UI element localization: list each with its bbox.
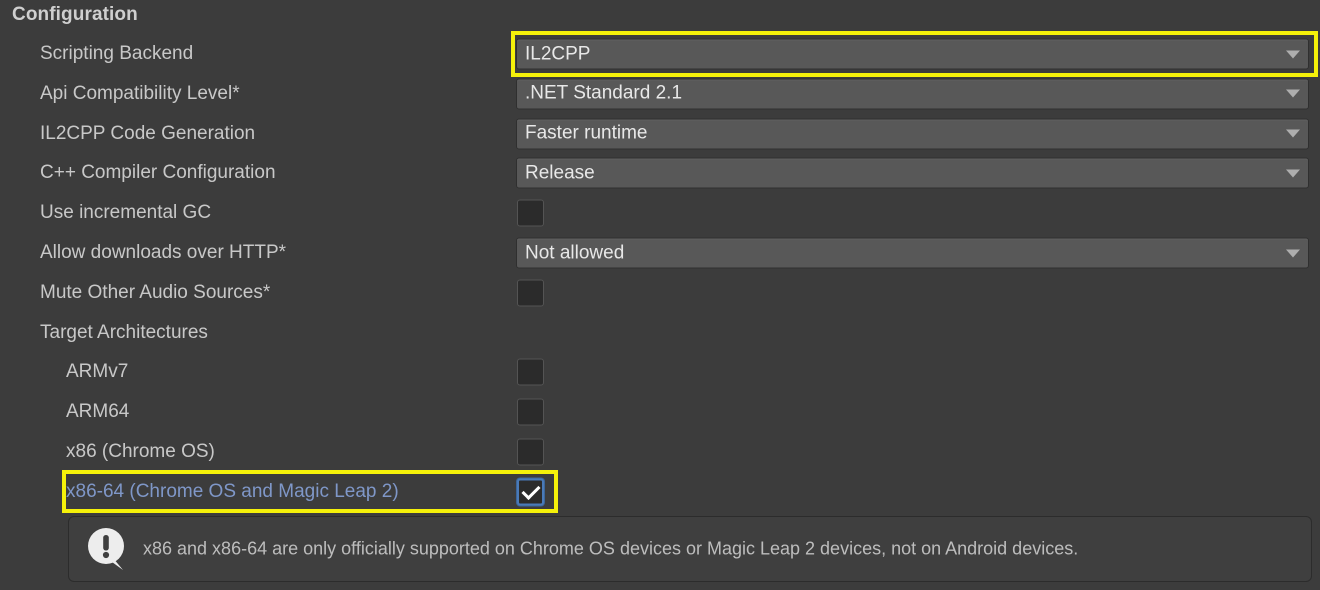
dropdown-il2cpp-code-generation[interactable]: Faster runtime [516, 118, 1309, 150]
dropdown-value-api-compatibility-level: .NET Standard 2.1 [525, 82, 683, 104]
chevron-down-icon [1286, 249, 1300, 257]
chevron-down-icon [1286, 50, 1300, 58]
dropdown-cpp-compiler-configuration[interactable]: Release [516, 157, 1309, 189]
label-x86-chrome-os: x86 (Chrome OS) [66, 441, 215, 462]
config-row-arm64: ARM64 [0, 392, 1320, 432]
label-mute-other-audio-sources: Mute Other Audio Sources* [40, 281, 271, 303]
config-row-il2cpp-code-generation: IL2CPP Code Generation Faster runtime [0, 114, 1320, 154]
checkbox-mute-other-audio-sources[interactable] [517, 279, 544, 307]
config-row-scripting-backend: Scripting Backend IL2CPP [0, 34, 1320, 74]
label-il2cpp-code-generation: IL2CPP Code Generation [40, 122, 256, 144]
label-use-incremental-gc: Use incremental GC [40, 202, 212, 224]
config-row-use-incremental-gc: Use incremental GC [0, 193, 1320, 233]
dropdown-value-il2cpp-code-generation: Faster runtime [525, 122, 648, 144]
label-api-compatibility-level: Api Compatibility Level* [40, 82, 240, 104]
label-arm64: ARM64 [66, 401, 130, 423]
check-icon [520, 481, 541, 501]
config-row-armv7: ARMv7 [0, 352, 1320, 392]
config-row-api-compatibility-level: Api Compatibility Level* .NET Standard 2.… [0, 74, 1320, 114]
label-x86-64-chrome-os-and-magic-leap-2: x86-64 (Chrome OS and Magic Leap 2) [66, 480, 399, 502]
label-allow-downloads-over-http: Allow downloads over HTTP* [40, 242, 287, 263]
checkbox-armv7[interactable] [517, 358, 544, 386]
label-cpp-compiler-configuration: C++ Compiler Configuration [40, 162, 276, 184]
config-row-x86-64-chrome-os-and-magic-leap-2: x86-64 (Chrome OS and Magic Leap 2) [0, 472, 1320, 512]
dropdown-value-cpp-compiler-configuration: Release [525, 162, 595, 184]
info-message: x86 and x86-64 are only officially suppo… [143, 538, 1079, 559]
checkbox-x86-chrome-os[interactable] [517, 438, 544, 466]
label-target-architectures: Target Architectures [40, 321, 208, 343]
checkbox-arm64[interactable] [517, 398, 544, 426]
checkbox-x86-64-chrome-os-and-magic-leap-2[interactable] [517, 478, 544, 506]
config-row-target-architectures: Target Architectures [0, 313, 1320, 353]
info-bubble-icon [88, 528, 124, 570]
config-row-allow-downloads-over-http: Allow downloads over HTTP* Not allowed [0, 233, 1320, 273]
dropdown-value-scripting-backend: IL2CPP [525, 43, 591, 64]
chevron-down-icon [1286, 169, 1300, 178]
config-row-mute-other-audio-sources: Mute Other Audio Sources* [0, 273, 1320, 313]
dropdown-allow-downloads-over-http[interactable]: Not allowed [516, 237, 1309, 269]
checkbox-use-incremental-gc[interactable] [517, 199, 544, 227]
chevron-down-icon [1286, 89, 1300, 98]
config-row-cpp-compiler-configuration: C++ Compiler Configuration Release [0, 153, 1320, 193]
dropdown-value-allow-downloads-over-http: Not allowed [525, 242, 625, 263]
config-row-x86-chrome-os: x86 (Chrome OS) [0, 432, 1320, 472]
chevron-down-icon [1286, 129, 1300, 138]
label-scripting-backend: Scripting Backend [40, 43, 194, 64]
label-armv7: ARMv7 [66, 361, 129, 383]
dropdown-api-compatibility-level[interactable]: .NET Standard 2.1 [516, 78, 1309, 110]
unity-player-settings-configuration-panel: Configuration Scripting Backend IL2CPP Api… [0, 0, 1320, 590]
page-title: Configuration [12, 4, 138, 25]
info-help-box: x86 and x86-64 are only officially suppo… [68, 516, 1312, 582]
dropdown-scripting-backend[interactable]: IL2CPP [516, 38, 1309, 70]
